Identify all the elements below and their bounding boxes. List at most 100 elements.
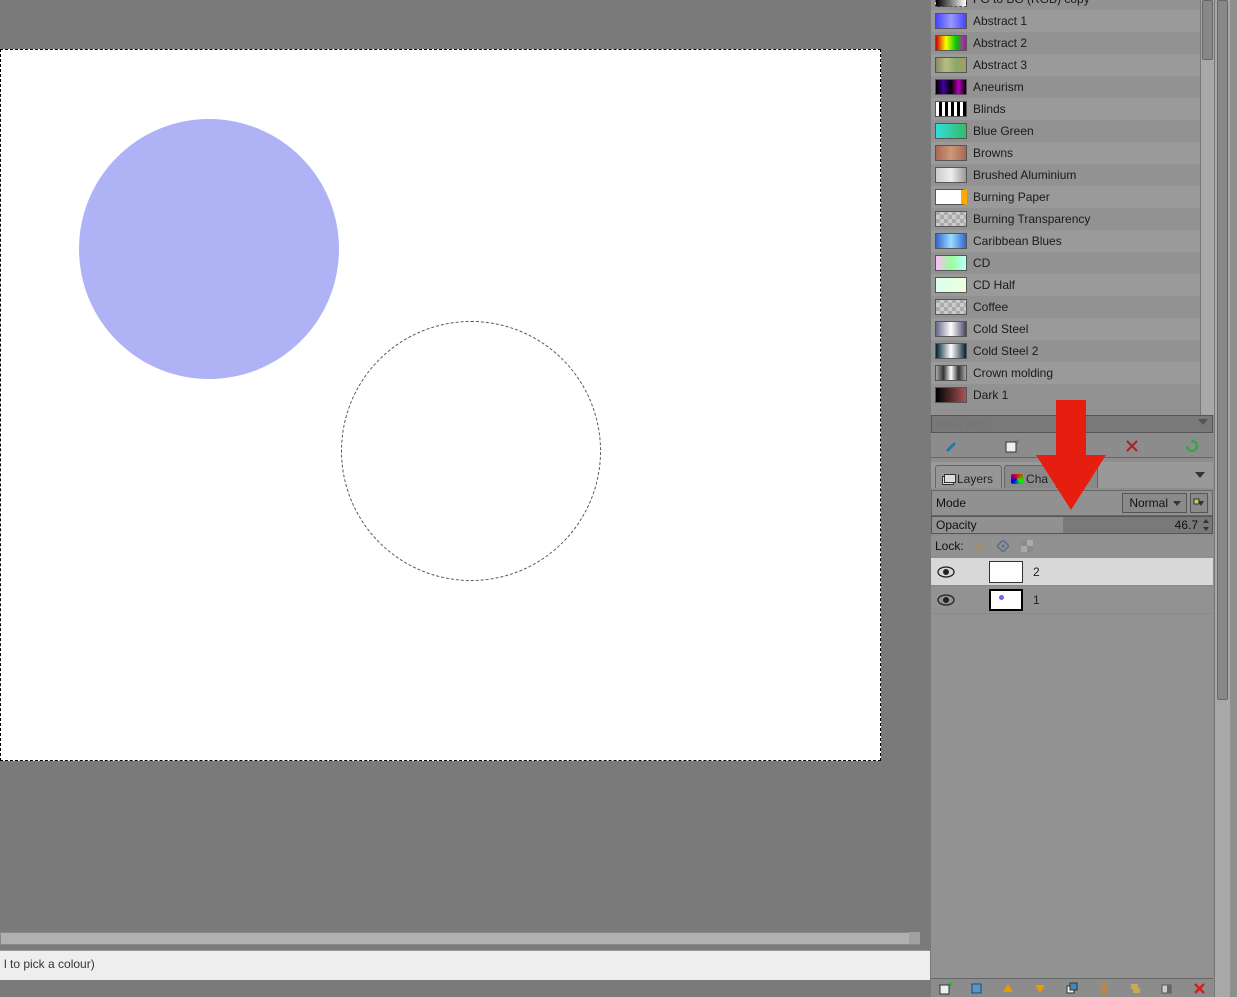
gradient-list[interactable]: FG to BG (RGB) copy Abstract 1 Abstract 2 A… <box>931 0 1200 415</box>
layer-thumbnail[interactable] <box>989 589 1023 611</box>
delete-gradient-button[interactable] <box>1121 437 1143 455</box>
selection-ellipse[interactable] <box>341 321 601 581</box>
gradient-item[interactable]: Coffee <box>931 296 1200 318</box>
gradient-item[interactable]: CD <box>931 252 1200 274</box>
gradient-swatch <box>935 123 967 139</box>
status-bar: l to pick a colour) <box>0 950 930 980</box>
gradient-item[interactable]: Browns <box>931 142 1200 164</box>
tab-channels[interactable]: Cha <box>1004 465 1057 488</box>
anchor-layer-button[interactable] <box>1096 981 1112 995</box>
side-scrollbar[interactable] <box>1214 0 1230 997</box>
gradient-item[interactable]: Blue Green <box>931 120 1200 142</box>
new-gradient-button[interactable]: + <box>1001 437 1023 455</box>
layer-name[interactable]: 1 <box>1033 593 1040 607</box>
duplicate-layer-button[interactable] <box>1064 981 1080 995</box>
gradient-swatch <box>935 79 967 95</box>
gradient-item[interactable]: Abstract 1 <box>931 10 1200 32</box>
layers-list[interactable]: 21 <box>931 558 1213 978</box>
gradient-item[interactable]: Aneurism <box>931 76 1200 98</box>
side-scroll-thumb[interactable] <box>1217 0 1228 700</box>
gradient-swatch <box>935 277 967 293</box>
lock-pixels-button[interactable] <box>970 538 988 554</box>
edit-gradient-button[interactable] <box>941 437 963 455</box>
lower-layer-button[interactable] <box>1032 981 1048 995</box>
mode-dropdown[interactable]: Normal <box>1122 493 1187 513</box>
duplicate-gradient-button[interactable] <box>1061 437 1083 455</box>
gradient-swatch <box>935 101 967 117</box>
gradient-name: Abstract 2 <box>973 36 1027 50</box>
layer-name[interactable]: 2 <box>1033 565 1040 579</box>
gradient-scroll-thumb[interactable] <box>1202 0 1213 60</box>
tab-paths[interactable]: aths <box>1059 465 1098 488</box>
lock-position-button[interactable] <box>994 538 1012 554</box>
gradient-name: Caribbean Blues <box>973 234 1062 248</box>
chevron-up-icon <box>1203 519 1209 523</box>
gradient-name: Brushed Aluminium <box>973 168 1076 182</box>
layers-icon <box>942 474 954 484</box>
gradient-item[interactable]: FG to BG (RGB) copy <box>931 0 1200 10</box>
status-text: l to pick a colour) <box>4 957 95 971</box>
gradient-name: Dark 1 <box>973 388 1008 402</box>
gradient-swatch <box>935 255 967 271</box>
canvas[interactable] <box>0 49 881 761</box>
gradient-item[interactable]: Crown molding <box>931 362 1200 384</box>
gradient-name: Abstract 1 <box>973 14 1027 28</box>
tab-layers-label: Layers <box>957 472 993 486</box>
layer-thumbnail[interactable] <box>989 561 1023 583</box>
gradient-name: Burning Transparency <box>973 212 1090 226</box>
new-group-button[interactable] <box>969 981 985 995</box>
gradient-item[interactable]: Caribbean Blues <box>931 230 1200 252</box>
gradient-swatch <box>935 299 967 315</box>
lock-row: Lock: <box>931 536 1213 556</box>
raise-layer-button[interactable] <box>1001 981 1017 995</box>
canvas-area[interactable] <box>0 0 920 945</box>
merge-down-button[interactable] <box>1128 981 1144 995</box>
gradient-name: Aneurism <box>973 80 1024 94</box>
tab-menu-button[interactable] <box>1191 467 1209 485</box>
mode-extra-button[interactable] <box>1190 493 1208 513</box>
opacity-slider[interactable]: Opacity 46.7 <box>931 516 1213 534</box>
tab-layers[interactable]: Layers <box>935 465 1002 488</box>
mode-value: Normal <box>1129 496 1168 510</box>
tag-filter[interactable] <box>931 415 1213 433</box>
horizontal-scrollbar[interactable] <box>0 932 920 945</box>
canvas-nav-corner[interactable] <box>909 932 920 944</box>
gradient-swatch <box>935 365 967 381</box>
mode-label: Mode <box>936 496 966 510</box>
layer-row[interactable]: 2 <box>931 558 1213 586</box>
tab-paths-label: aths <box>1066 472 1089 486</box>
filled-circle-shape <box>79 119 339 379</box>
gradient-swatch <box>935 145 967 161</box>
opacity-spinner[interactable] <box>1201 517 1211 533</box>
gradient-item[interactable]: Abstract 3 <box>931 54 1200 76</box>
gradient-item[interactable]: CD Half <box>931 274 1200 296</box>
gradient-item[interactable]: Dark 1 <box>931 384 1200 406</box>
gradient-item[interactable]: Cold Steel 2 <box>931 340 1200 362</box>
gradient-item[interactable]: Brushed Aluminium <box>931 164 1200 186</box>
visibility-toggle[interactable] <box>937 593 955 607</box>
gradient-swatch <box>935 167 967 183</box>
gradient-name: CD Half <box>973 278 1015 292</box>
gradient-name: Browns <box>973 146 1013 160</box>
mask-button[interactable] <box>1159 981 1175 995</box>
tag-dropdown-icon[interactable] <box>1198 419 1208 425</box>
visibility-toggle[interactable] <box>937 565 955 579</box>
tag-input[interactable] <box>932 416 1192 432</box>
gradient-swatch <box>935 233 967 249</box>
gradient-item[interactable]: Cold Steel <box>931 318 1200 340</box>
dock-tabs: Layers Cha aths <box>931 462 1213 488</box>
layer-row[interactable]: 1 <box>931 586 1213 614</box>
gradient-item[interactable]: Abstract 2 <box>931 32 1200 54</box>
gradient-name: CD <box>973 256 990 270</box>
gradient-item[interactable]: Burning Paper <box>931 186 1200 208</box>
gradient-scrollbar[interactable] <box>1200 0 1214 415</box>
delete-layer-button[interactable] <box>1191 981 1207 995</box>
gradient-name: Abstract 3 <box>973 58 1027 72</box>
gradient-item[interactable]: Burning Transparency <box>931 208 1200 230</box>
new-layer-button[interactable]: + <box>937 981 953 995</box>
gradient-item[interactable]: Blinds <box>931 98 1200 120</box>
side-panel: FG to BG (RGB) copy Abstract 1 Abstract 2 A… <box>931 0 1237 997</box>
gradient-swatch <box>935 35 967 51</box>
refresh-gradient-button[interactable] <box>1181 437 1203 455</box>
lock-alpha-button[interactable] <box>1018 538 1036 554</box>
